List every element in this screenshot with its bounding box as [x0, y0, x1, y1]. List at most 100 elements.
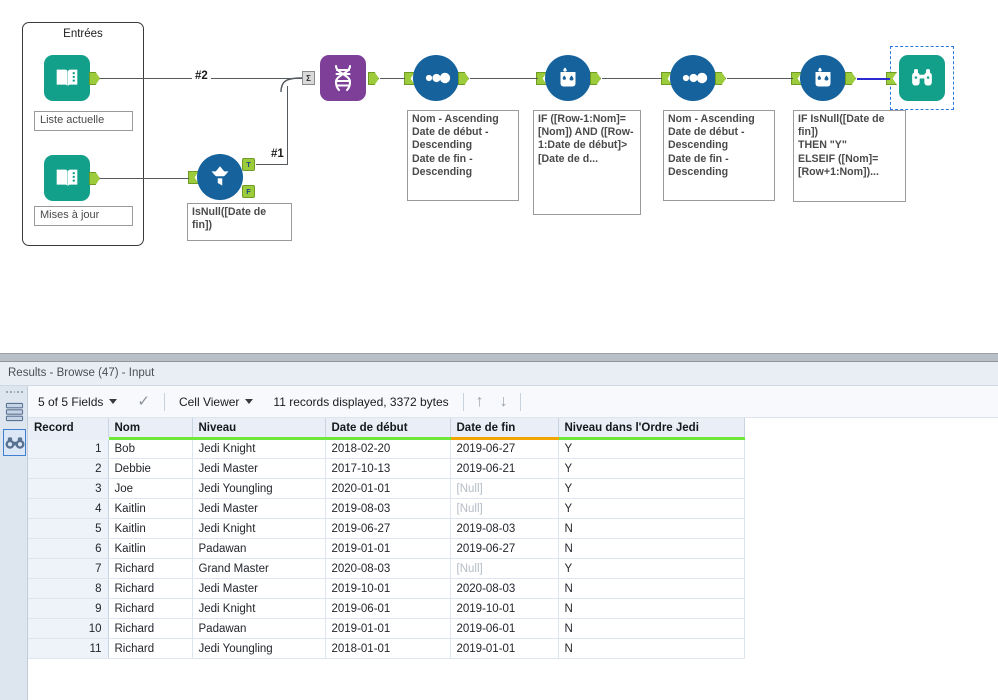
workflow-canvas[interactable]: Entrées Liste actuelle Mises à jour T F … [0, 0, 998, 353]
cell-date-fin[interactable]: 2019-06-21 [450, 458, 559, 479]
cell-date-fin[interactable]: [Null] [450, 478, 559, 499]
cell-date-debut[interactable]: 2017-10-13 [325, 458, 451, 479]
cell-record[interactable]: 1 [28, 438, 109, 459]
cell-date-fin[interactable]: 2019-10-01 [450, 598, 559, 619]
connection-wire-sort1-mrf1[interactable] [470, 78, 538, 80]
cell-record[interactable]: 6 [28, 538, 109, 559]
tool-text-input-mises-a-jour[interactable] [44, 155, 100, 201]
cell-date-debut[interactable]: 2018-01-01 [325, 638, 451, 659]
cell-date-debut[interactable]: 2018-02-20 [325, 438, 451, 459]
cell-date-fin[interactable]: 2020-08-03 [450, 578, 559, 599]
cell-niveau[interactable]: Jedi Knight [192, 438, 326, 459]
rail-grip[interactable] [6, 389, 23, 394]
cell-record[interactable]: 4 [28, 498, 109, 519]
scroll-down-button[interactable]: ↓ [492, 393, 516, 410]
tool-filter[interactable]: T F [188, 154, 255, 200]
cell-niveau-ordre[interactable]: N [558, 518, 745, 539]
cell-date-debut[interactable]: 2019-06-27 [325, 518, 451, 539]
tool-multi-row-formula-2[interactable] [791, 55, 856, 101]
table-row[interactable]: 10 Richard Padawan 2019-01-01 2019-06-01 N [28, 618, 745, 639]
table-row[interactable]: 2 Debbie Jedi Master 2017-10-13 2019-06-21 Y [28, 458, 745, 479]
table-row[interactable]: 4 Kaitlin Jedi Master 2019-08-03 [Null] Y [28, 498, 745, 519]
table-row[interactable]: 6 Kaitlin Padawan 2019-01-01 2019-06-27 N [28, 538, 745, 559]
cell-nom[interactable]: Richard [108, 638, 193, 659]
table-row[interactable]: 3 Joe Jedi Youngling 2020-01-01 [Null] Y [28, 478, 745, 499]
cell-nom[interactable]: Kaitlin [108, 538, 193, 559]
cell-niveau-ordre[interactable]: N [558, 598, 745, 619]
cell-date-debut[interactable]: 2019-10-01 [325, 578, 451, 599]
cell-niveau[interactable]: Jedi Master [192, 578, 326, 599]
cell-niveau[interactable]: Padawan [192, 618, 326, 639]
output-anchor[interactable] [715, 72, 726, 85]
cell-record[interactable]: 11 [28, 638, 109, 659]
table-row[interactable]: 1 Bob Jedi Knight 2018-02-20 2019-06-27 Y [28, 438, 745, 459]
cell-niveau[interactable]: Jedi Youngling [192, 638, 326, 659]
table-row[interactable]: 9 Richard Jedi Knight 2019-06-01 2019-10-01 N [28, 598, 745, 619]
cell-date-debut[interactable]: 2020-01-01 [325, 478, 451, 499]
cell-nom[interactable]: Joe [108, 478, 193, 499]
tool-browse[interactable] [886, 55, 945, 101]
cell-nom[interactable]: Richard [108, 598, 193, 619]
cell-date-fin[interactable]: 2019-01-01 [450, 638, 559, 659]
table-row[interactable]: 8 Richard Jedi Master 2019-10-01 2020-08-03 N [28, 578, 745, 599]
output-anchor[interactable] [458, 72, 469, 85]
connection-wire-mrf2-browse[interactable] [857, 78, 890, 80]
connection-wire-1-horiz[interactable] [256, 164, 288, 166]
cell-niveau-ordre[interactable]: Y [558, 558, 745, 579]
column-header-niveau[interactable]: Niveau [192, 418, 326, 440]
table-row[interactable]: 5 Kaitlin Jedi Knight 2019-06-27 2019-08-03 N [28, 518, 745, 539]
false-output-anchor[interactable]: F [242, 185, 255, 198]
cell-record[interactable]: 2 [28, 458, 109, 479]
tool-sort-1[interactable] [404, 55, 469, 101]
column-header-nom[interactable]: Nom [108, 418, 193, 440]
panel-splitter[interactable] [0, 353, 998, 362]
cell-niveau[interactable]: Padawan [192, 538, 326, 559]
cell-niveau-ordre[interactable]: Y [558, 438, 745, 459]
cell-nom[interactable]: Richard [108, 618, 193, 639]
cell-niveau-ordre[interactable]: N [558, 618, 745, 639]
tool-sort-2[interactable] [661, 55, 726, 101]
cell-record[interactable]: 8 [28, 578, 109, 599]
cell-niveau-ordre[interactable]: Y [558, 478, 745, 499]
cell-date-debut[interactable]: 2019-01-01 [325, 618, 451, 639]
results-grid[interactable]: Record Nom Niveau Date de début Date de … [28, 418, 998, 700]
cell-niveau[interactable]: Jedi Master [192, 458, 326, 479]
rows-icon[interactable] [3, 398, 26, 425]
cell-date-fin[interactable]: 2019-08-03 [450, 518, 559, 539]
output-anchor[interactable] [590, 72, 601, 85]
column-header-date-fin[interactable]: Date de fin [450, 418, 559, 440]
cell-niveau[interactable]: Grand Master [192, 558, 326, 579]
apply-fields-button[interactable]: ✓ [127, 394, 160, 409]
cell-date-debut[interactable]: 2019-01-01 [325, 538, 451, 559]
cell-nom[interactable]: Kaitlin [108, 498, 193, 519]
cell-record[interactable]: 9 [28, 598, 109, 619]
binoculars-icon[interactable] [3, 429, 26, 456]
output-anchor[interactable] [845, 72, 856, 85]
cell-niveau-ordre[interactable]: N [558, 638, 745, 659]
connection-wire-updates[interactable] [100, 178, 189, 180]
cell-niveau[interactable]: Jedi Knight [192, 518, 326, 539]
cell-date-debut[interactable]: 2019-08-03 [325, 498, 451, 519]
chevron-down-icon[interactable] [245, 399, 254, 404]
cell-date-fin[interactable]: 2019-06-01 [450, 618, 559, 639]
true-output-anchor[interactable]: T [242, 158, 255, 171]
table-row[interactable]: 11 Richard Jedi Youngling 2018-01-01 2019-01… [28, 638, 745, 659]
cell-date-fin[interactable]: [Null] [450, 498, 559, 519]
cell-niveau[interactable]: Jedi Knight [192, 598, 326, 619]
output-anchor[interactable] [368, 72, 379, 85]
cell-date-fin[interactable]: [Null] [450, 558, 559, 579]
cell-niveau-ordre[interactable]: Y [558, 498, 745, 519]
table-row[interactable]: 7 Richard Grand Master 2020-08-03 [Null] Y [28, 558, 745, 579]
cell-nom[interactable]: Kaitlin [108, 518, 193, 539]
column-header-record[interactable]: Record [28, 418, 109, 440]
cell-viewer-selector[interactable]: Cell Viewer [169, 395, 263, 409]
cell-niveau[interactable]: Jedi Master [192, 498, 326, 519]
cell-record[interactable]: 5 [28, 518, 109, 539]
scroll-up-button[interactable]: ↑ [468, 393, 492, 410]
cell-niveau[interactable]: Jedi Youngling [192, 478, 326, 499]
cell-niveau-ordre[interactable]: N [558, 578, 745, 599]
cell-nom[interactable]: Richard [108, 578, 193, 599]
tool-union[interactable]: Σ [302, 55, 379, 101]
cell-nom[interactable]: Debbie [108, 458, 193, 479]
tool-multi-row-formula-1[interactable] [536, 55, 601, 101]
